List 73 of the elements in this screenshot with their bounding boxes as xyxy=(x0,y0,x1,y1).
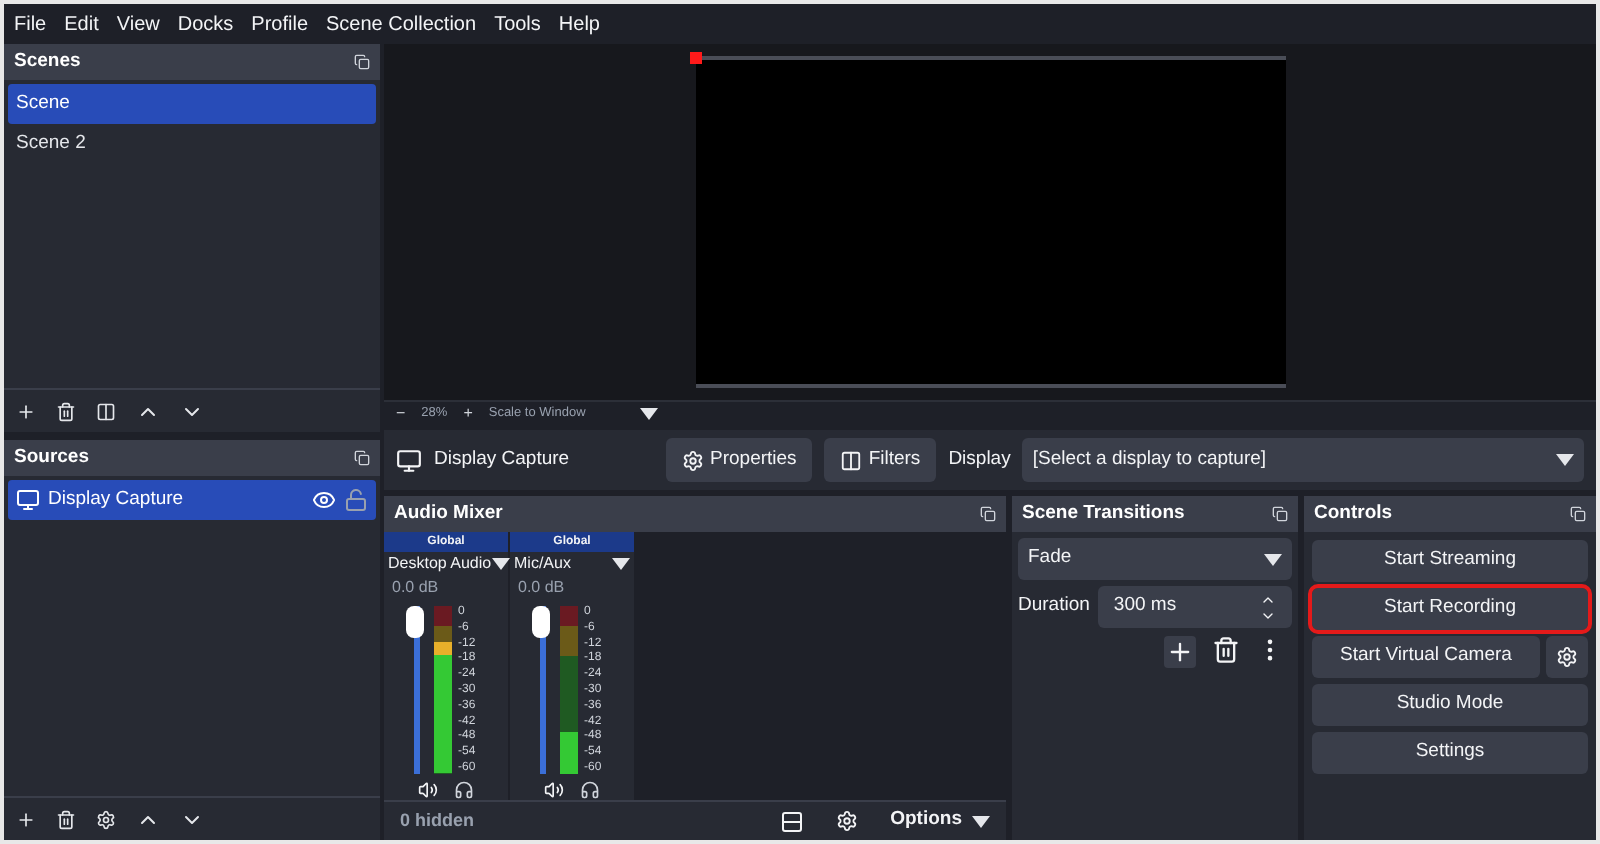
volume-thumb[interactable] xyxy=(406,606,424,638)
menu-item[interactable]: Docks xyxy=(177,9,234,39)
resize-handle[interactable] xyxy=(689,52,701,64)
dock-title: Scene Transitions xyxy=(1022,499,1185,528)
zoom-in-button[interactable]: + xyxy=(463,402,473,426)
control-button[interactable]: Studio Mode xyxy=(1312,684,1588,726)
monitor-icon xyxy=(396,447,422,473)
dropdown-caret-icon xyxy=(640,408,659,420)
caret-icon xyxy=(972,815,990,827)
control-button[interactable]: Start Streaming xyxy=(1312,540,1588,582)
control-button[interactable]: Start Recording xyxy=(1312,588,1588,630)
duration-label: Duration xyxy=(1018,592,1090,621)
undock-icon[interactable] xyxy=(980,506,996,522)
gear-icon xyxy=(1556,646,1578,668)
filter-icon xyxy=(840,449,863,471)
layout-icon[interactable] xyxy=(780,809,805,833)
menu-item[interactable]: File xyxy=(14,9,47,39)
undock-icon[interactable] xyxy=(1272,506,1288,522)
headphones-icon[interactable] xyxy=(580,780,600,800)
speaker-icon[interactable] xyxy=(544,780,564,800)
channel-name-dropdown[interactable]: Mic/Aux xyxy=(510,552,634,576)
gear-icon xyxy=(682,449,704,471)
scene-item[interactable]: Scene 2 xyxy=(8,124,376,164)
unlocked-icon[interactable] xyxy=(344,488,368,512)
volume-slider[interactable] xyxy=(530,606,554,774)
dock-title: Scenes xyxy=(14,47,81,76)
undock-icon[interactable] xyxy=(354,54,370,70)
undock-icon[interactable] xyxy=(1570,506,1586,522)
selected-source-name: Display Capture xyxy=(434,445,572,474)
virtual-camera-settings-button[interactable] xyxy=(1546,636,1588,678)
channel-name-dropdown[interactable]: Desktop Audio xyxy=(384,552,508,576)
add-icon[interactable] xyxy=(1164,636,1196,668)
transition-dropdown[interactable]: Fade xyxy=(1018,538,1292,580)
zoom-out-button[interactable]: − xyxy=(396,402,406,426)
headphones-icon[interactable] xyxy=(454,780,474,800)
speaker-icon[interactable] xyxy=(418,780,438,800)
caret-icon xyxy=(612,558,630,570)
control-button[interactable]: Start Virtual Camera xyxy=(1312,636,1540,678)
filters-button[interactable]: Filters xyxy=(824,438,937,482)
caret-icon xyxy=(491,558,510,570)
undock-icon[interactable] xyxy=(354,450,370,466)
menu-item[interactable]: Scene Collection xyxy=(326,9,477,39)
volume-thumb[interactable] xyxy=(532,606,550,638)
dock-title: Controls xyxy=(1314,499,1393,528)
duration-field[interactable]: 300 ms xyxy=(1097,586,1292,628)
display-dropdown[interactable]: [Select a display to capture] xyxy=(1022,438,1584,482)
monitor-icon xyxy=(16,488,40,512)
eye-icon[interactable] xyxy=(312,488,336,512)
dock-title: Sources xyxy=(14,443,89,472)
properties-button[interactable]: Properties xyxy=(666,438,813,482)
volume-slider[interactable] xyxy=(404,606,428,774)
menu-item[interactable]: Edit xyxy=(64,9,99,39)
delete-icon[interactable] xyxy=(52,805,80,833)
menu-item[interactable]: View xyxy=(116,9,160,39)
delete-icon[interactable] xyxy=(1212,636,1240,664)
advanced-settings-icon[interactable] xyxy=(836,810,859,832)
source-item[interactable]: Display Capture xyxy=(8,480,376,520)
dock-title: Audio Mixer xyxy=(394,499,503,528)
hidden-count: 0 hidden xyxy=(398,807,477,834)
volume-reading: 0.0 dB xyxy=(516,576,567,600)
volume-reading: 0.0 dB xyxy=(390,576,441,600)
menu-item[interactable]: Profile xyxy=(251,9,309,39)
options-button[interactable]: Options xyxy=(874,806,1006,836)
delete-icon[interactable] xyxy=(52,397,80,425)
display-label: Display xyxy=(948,445,1011,474)
menu-item[interactable]: Help xyxy=(558,9,600,39)
settings-icon[interactable] xyxy=(92,805,120,833)
caret-icon xyxy=(1556,454,1574,466)
menu-item[interactable]: Tools xyxy=(494,9,541,39)
caret-icon xyxy=(1264,553,1282,565)
source-name: Display Capture xyxy=(48,485,186,514)
scene-item[interactable]: Scene xyxy=(8,84,376,124)
control-button[interactable]: Settings xyxy=(1312,732,1588,774)
